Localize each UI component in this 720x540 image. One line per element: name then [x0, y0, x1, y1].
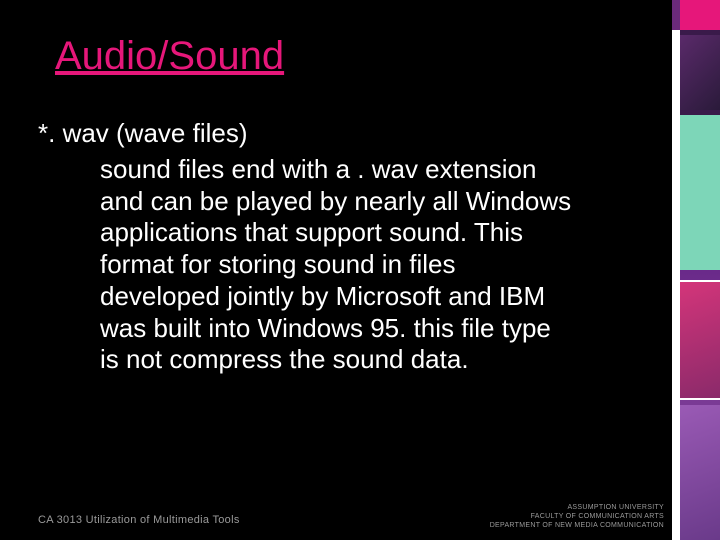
decorative-right-strip: [680, 0, 720, 540]
slide-title: Audio/Sound: [55, 34, 284, 79]
decorative-tile: [680, 35, 720, 110]
footer-line: DEPARTMENT OF NEW MEDIA COMMUNICATION: [490, 521, 664, 530]
bullet-body: sound files end with a . wav extension a…: [100, 154, 576, 376]
footer-course: CA 3013 Utilization of Multimedia Tools: [38, 514, 240, 526]
decorative-tile: [680, 405, 720, 540]
footer-line: ASSUMPTION UNIVERSITY: [490, 503, 664, 512]
footer-affiliation: ASSUMPTION UNIVERSITY FACULTY OF COMMUNI…: [490, 503, 664, 530]
decorative-divider: [672, 0, 680, 540]
decorative-tile: [680, 280, 720, 400]
bullet-lead: *. wav (wave files): [38, 118, 248, 149]
footer-line: FACULTY OF COMMUNICATION ARTS: [490, 512, 664, 521]
